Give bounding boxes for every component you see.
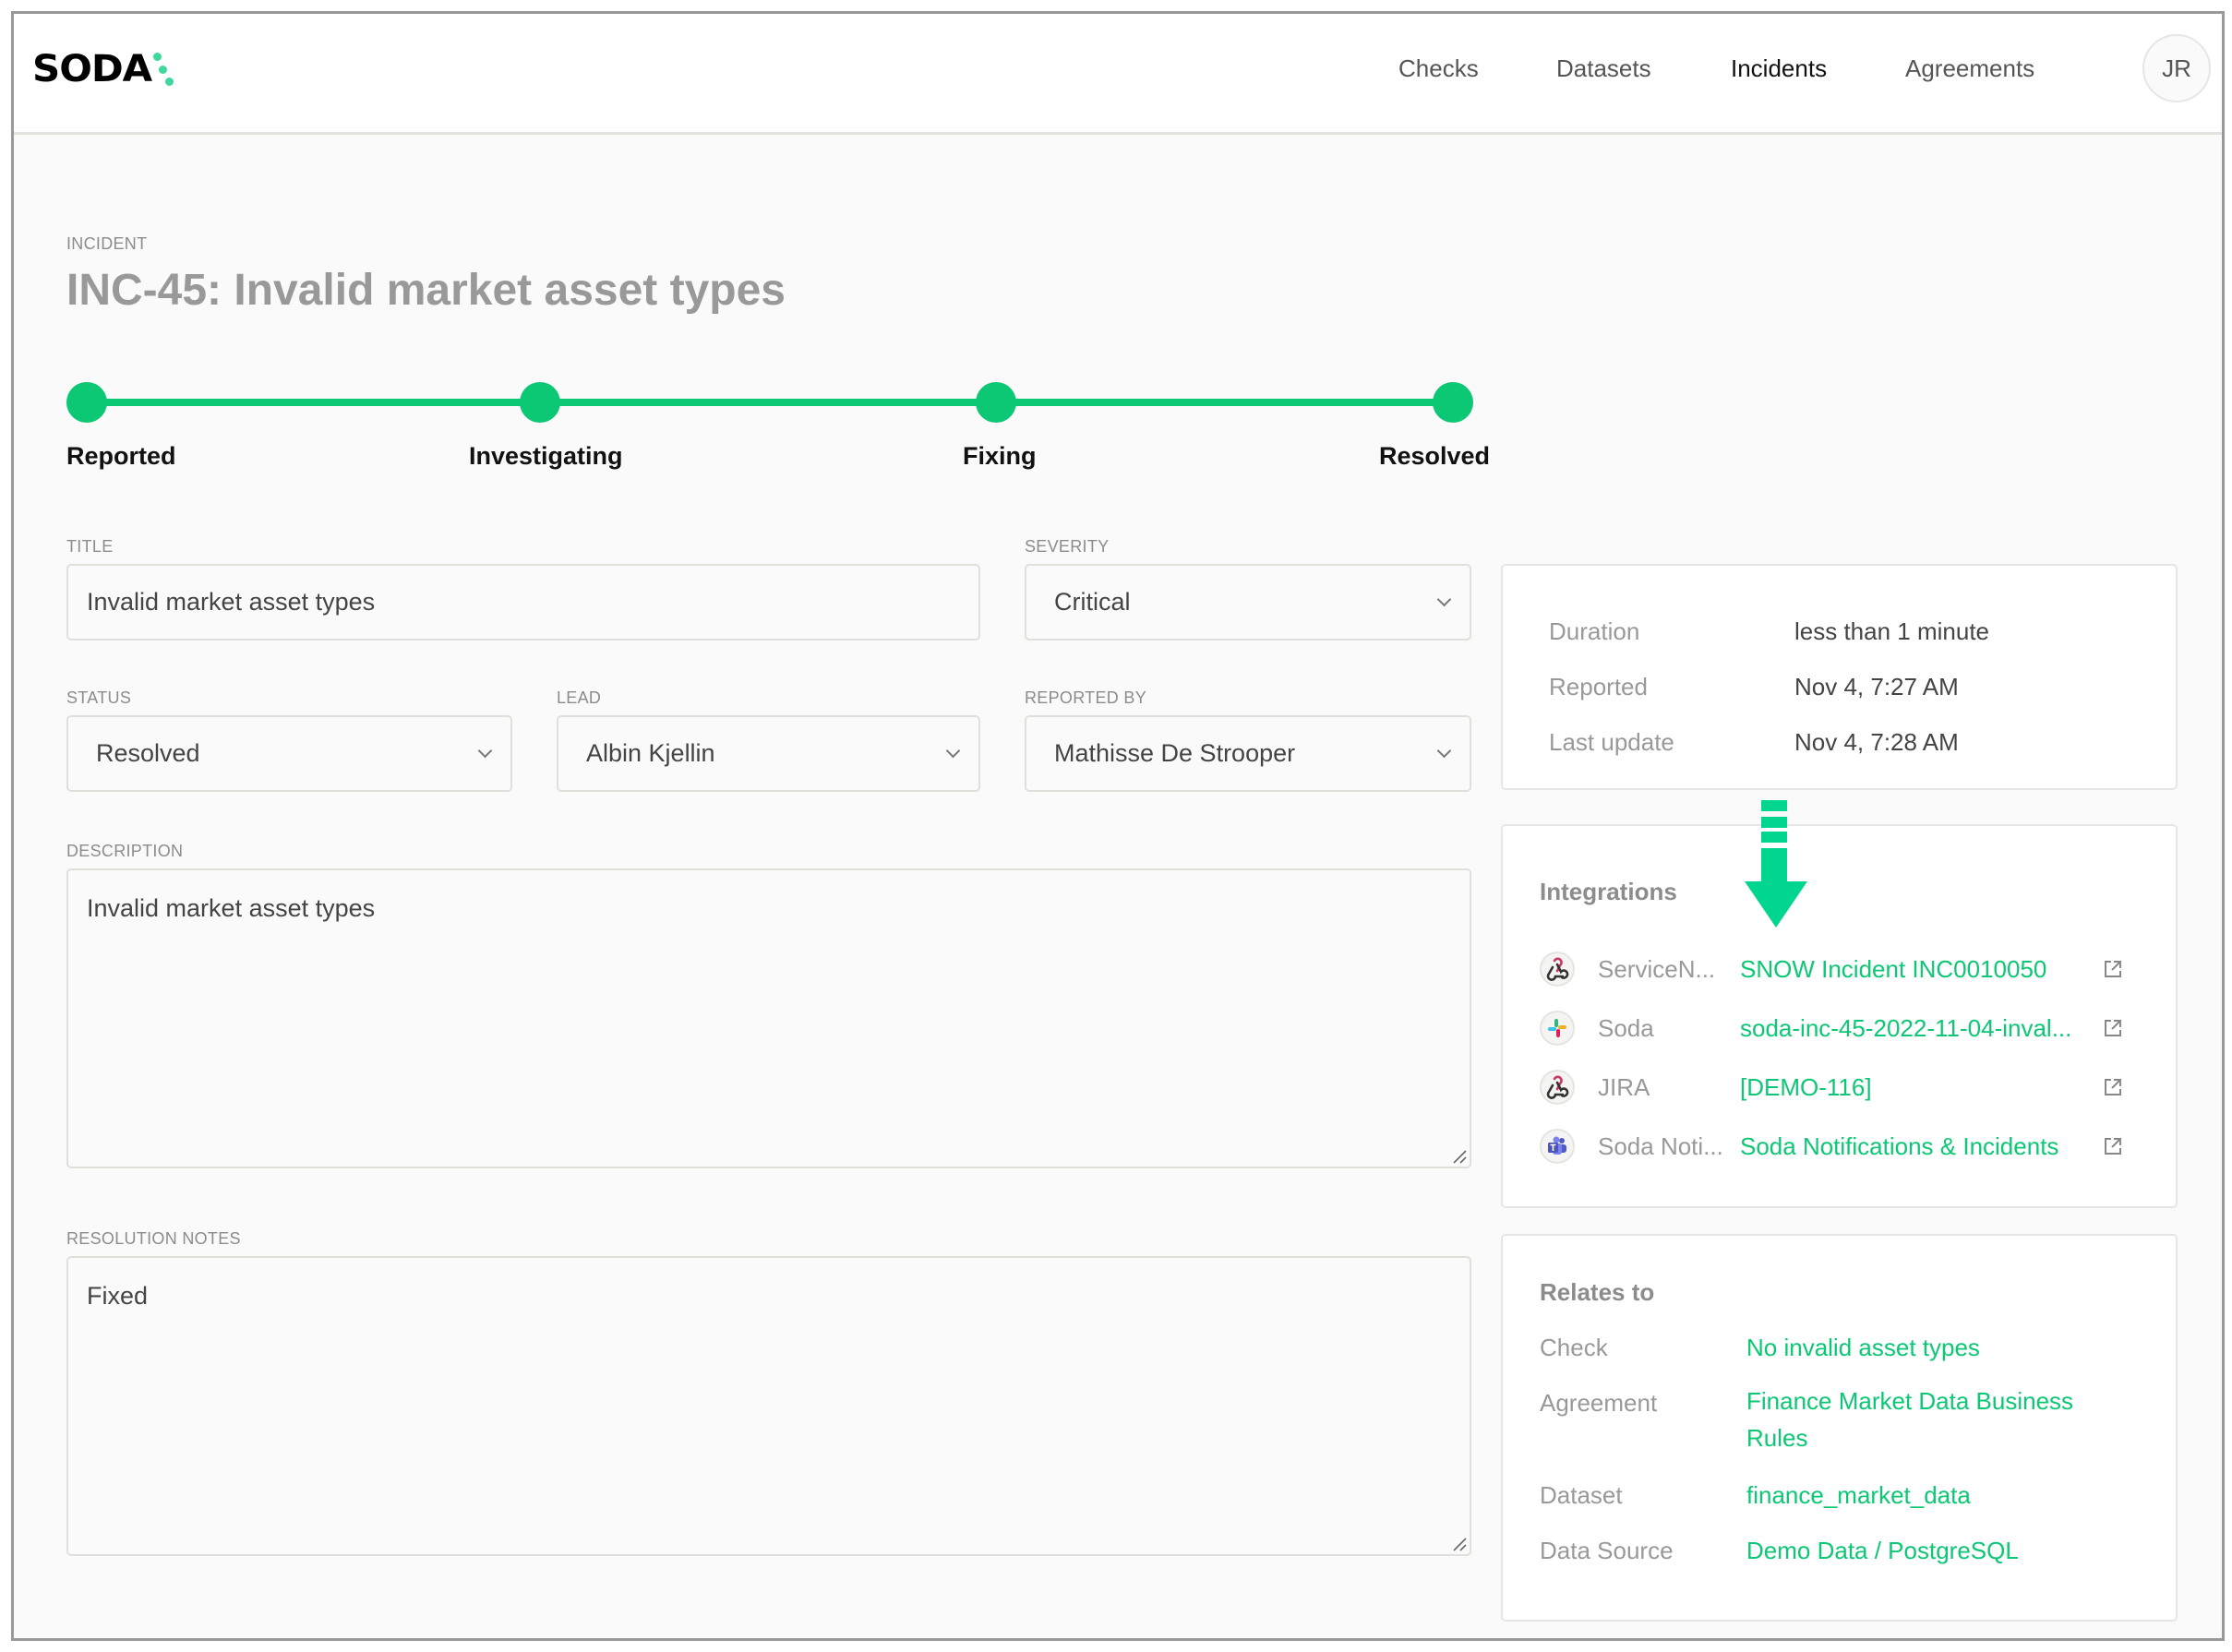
severity-select-value: Critical <box>1054 588 1131 616</box>
integration-name: JIRA <box>1598 1073 1650 1101</box>
integration-link[interactable]: SNOW Incident INC0010050 <box>1740 955 2046 984</box>
lead-label: LEAD <box>557 688 602 707</box>
severity-select[interactable]: Critical <box>1025 564 1471 640</box>
data-source-key: Data Source <box>1540 1537 1674 1564</box>
integration-row-servicenow: ServiceN... SNOW Incident INC0010050 <box>1540 952 2149 988</box>
integration-name: Soda Noti... <box>1598 1132 1723 1160</box>
page-title: INC-45: Invalid market asset types <box>66 266 786 315</box>
lead-select-value: Albin Kjellin <box>586 739 715 767</box>
status-select[interactable]: Resolved <box>66 715 512 792</box>
duration-key: Duration <box>1549 617 1640 645</box>
reported-value: Nov 4, 7:27 AM <box>1794 673 1959 700</box>
description-label: DESCRIPTION <box>66 842 184 860</box>
soda-logo[interactable]: SODA <box>32 51 175 88</box>
severity-label: SEVERITY <box>1025 537 1110 556</box>
last-update-key: Last update <box>1549 728 1674 756</box>
resolution-notes-label: RESOLUTION NOTES <box>66 1229 241 1248</box>
integration-row-teams: Soda Noti... Soda Notifications & Incide… <box>1540 1129 2149 1166</box>
webhook-icon <box>1540 1070 1575 1105</box>
reported-key: Reported <box>1549 673 1648 700</box>
resize-handle-icon[interactable] <box>1452 1149 1467 1164</box>
logo-wordmark: SODA <box>32 48 152 90</box>
resolution-notes-textarea[interactable]: Fixed <box>66 1256 1471 1556</box>
title-label: TITLE <box>66 537 114 556</box>
dataset-key: Dataset <box>1540 1481 1623 1509</box>
step-dot-fixing[interactable] <box>976 382 1016 423</box>
integration-row-slack: Soda soda-inc-45-2022-11-04-inval... <box>1540 1011 2149 1047</box>
nav-datasets[interactable]: Datasets <box>1556 54 1651 83</box>
integration-link[interactable]: [DEMO-116] <box>1740 1073 1872 1102</box>
step-label-resolved: Resolved <box>1379 442 1491 470</box>
chevron-down-icon <box>1436 592 1452 606</box>
step-label-fixing: Fixing <box>963 442 1037 470</box>
integration-link[interactable]: soda-inc-45-2022-11-04-inval... <box>1740 1014 2071 1043</box>
resolution-notes-value: Fixed <box>87 1282 149 1310</box>
agreement-link[interactable]: Finance Market Data Business Rules <box>1746 1383 2116 1456</box>
external-link-icon[interactable] <box>2103 1018 2123 1038</box>
step-dot-reported[interactable] <box>66 382 107 423</box>
check-key: Check <box>1540 1334 1608 1361</box>
last-update-value: Nov 4, 7:28 AM <box>1794 728 1959 756</box>
reported-by-select[interactable]: Mathisse De Strooper <box>1025 715 1471 792</box>
step-dot-investigating[interactable] <box>520 382 560 423</box>
title-input[interactable]: Invalid market asset types <box>66 564 980 640</box>
chevron-down-icon <box>945 743 961 758</box>
slack-icon <box>1540 1011 1575 1046</box>
integration-name: Soda <box>1598 1014 1654 1042</box>
incident-status-stepper: Reported Investigating Fixing Resolved <box>66 365 1491 475</box>
relates-to-card: Relates to Check No invalid asset types … <box>1501 1234 2178 1622</box>
integration-row-jira: JIRA [DEMO-116] <box>1540 1070 2149 1107</box>
relates-to-heading: Relates to <box>1540 1278 1655 1306</box>
integration-link[interactable]: Soda Notifications & Incidents <box>1740 1132 2058 1161</box>
duration-value: less than 1 minute <box>1794 617 1990 645</box>
integrations-heading: Integrations <box>1540 878 1677 905</box>
external-link-icon[interactable] <box>2103 959 2123 979</box>
dataset-link[interactable]: finance_market_data <box>1746 1481 1971 1510</box>
reported-by-select-value: Mathisse De Strooper <box>1054 739 1296 767</box>
top-nav-bar: SODA Checks Datasets Incidents Agreement… <box>14 14 2222 135</box>
chevron-down-icon <box>1436 743 1452 758</box>
resize-handle-icon[interactable] <box>1452 1537 1467 1551</box>
step-label-investigating: Investigating <box>469 442 623 470</box>
app-window: SODA Checks Datasets Incidents Agreement… <box>11 11 2225 1641</box>
incident-details-card: Duration less than 1 minute Reported Nov… <box>1501 564 2178 790</box>
title-input-value: Invalid market asset types <box>87 588 376 616</box>
annotation-arrow-icon <box>1745 800 1807 928</box>
external-link-icon[interactable] <box>2103 1077 2123 1097</box>
description-value: Invalid market asset types <box>87 894 376 922</box>
integrations-card: Integrations ServiceN... SNOW Incident I… <box>1501 824 2178 1208</box>
integration-name: ServiceN... <box>1598 955 1716 983</box>
webhook-icon <box>1540 952 1575 987</box>
teams-icon <box>1540 1129 1575 1164</box>
description-textarea[interactable]: Invalid market asset types <box>66 868 1471 1168</box>
nav-checks[interactable]: Checks <box>1398 54 1479 83</box>
step-dot-resolved[interactable] <box>1433 382 1473 423</box>
reported-by-label: REPORTED BY <box>1025 688 1146 707</box>
chevron-down-icon <box>477 743 493 758</box>
step-label-reported: Reported <box>66 442 176 470</box>
logo-dots-icon <box>152 51 175 88</box>
status-label: STATUS <box>66 688 132 707</box>
external-link-icon[interactable] <box>2103 1136 2123 1156</box>
stepper-progress-line <box>87 399 1453 406</box>
agreement-key: Agreement <box>1540 1389 1658 1417</box>
status-select-value: Resolved <box>96 739 200 767</box>
check-link[interactable]: No invalid asset types <box>1746 1334 1980 1362</box>
page-eyebrow: INCIDENT <box>66 234 148 253</box>
user-avatar[interactable]: JR <box>2142 34 2211 102</box>
nav-incidents[interactable]: Incidents <box>1731 54 1827 83</box>
data-source-link[interactable]: Demo Data / PostgreSQL <box>1746 1537 2019 1565</box>
nav-agreements[interactable]: Agreements <box>1905 54 2034 83</box>
lead-select[interactable]: Albin Kjellin <box>557 715 980 792</box>
